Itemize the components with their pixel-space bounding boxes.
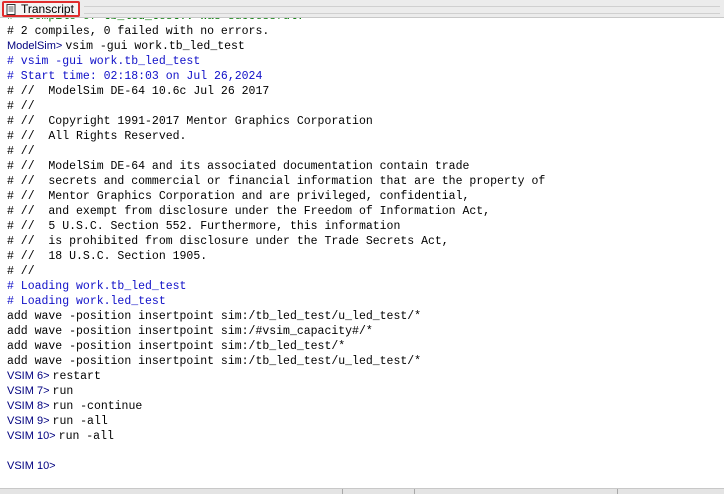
- transcript-line: add wave -position insertpoint sim:/tb_l…: [0, 354, 724, 369]
- log-output: add wave -position insertpoint sim:/tb_l…: [7, 355, 422, 368]
- transcript-line: # // secrets and commercial or financial…: [0, 174, 724, 189]
- titlebar-grip[interactable]: [84, 6, 720, 14]
- status-divider: [414, 489, 415, 494]
- command-prompt: VSIM 6>: [7, 370, 53, 382]
- log-output: add wave -position insertpoint sim:/tb_l…: [7, 340, 346, 353]
- command-prompt: VSIM 10>: [7, 430, 59, 442]
- command-prompt: VSIM 9>: [7, 415, 53, 427]
- transcript-line: [0, 444, 724, 459]
- command-text: run -continue: [52, 400, 143, 413]
- log-output: add wave -position insertpoint sim:/#vsi…: [7, 325, 373, 338]
- transcript-line: VSIM 10>: [0, 459, 724, 474]
- command-prompt: VSIM 7>: [7, 385, 53, 397]
- transcript-console[interactable]: # Compile of tb_led_test.v was successfu…: [0, 18, 724, 488]
- status-divider: [617, 489, 618, 494]
- log-output: # // 5 U.S.C. Section 552. Furthermore, …: [7, 220, 401, 233]
- transcript-line: # //: [0, 99, 724, 114]
- log-output: # // and exempt from disclosure under th…: [7, 205, 491, 218]
- log-output: add wave -position insertpoint sim:/tb_l…: [7, 310, 422, 323]
- transcript-line: # //: [0, 144, 724, 159]
- log-output: # // ModelSim DE-64 and its associated d…: [7, 160, 470, 173]
- status-bar: [0, 488, 724, 494]
- transcript-tab-label: Transcript: [21, 2, 74, 16]
- transcript-line: # // Copyright 1991-2017 Mentor Graphics…: [0, 114, 724, 129]
- log-output: # Compile of tb_led_test.v was successfu…: [7, 18, 304, 23]
- transcript-line: # Loading work.led_test: [0, 294, 724, 309]
- log-output: # //: [7, 265, 35, 278]
- transcript-tab[interactable]: Transcript: [2, 1, 80, 17]
- transcript-line: # // is prohibited from disclosure under…: [0, 234, 724, 249]
- transcript-line: # // 18 U.S.C. Section 1905.: [0, 249, 724, 264]
- command-text: vsim -gui work.tb_led_test: [65, 40, 245, 53]
- status-divider: [342, 489, 343, 494]
- command-text: run -all: [52, 415, 108, 428]
- transcript-line: # 2 compiles, 0 failed with no errors.: [0, 24, 724, 39]
- log-output: # // ModelSim DE-64 10.6c Jul 26 2017: [7, 85, 270, 98]
- command-text: run -all: [58, 430, 114, 443]
- log-comment: # Loading work.led_test: [7, 295, 166, 308]
- command-text: run: [52, 385, 74, 398]
- log-output: # // 18 U.S.C. Section 1905.: [7, 250, 208, 263]
- transcript-line: # Loading work.tb_led_test: [0, 279, 724, 294]
- transcript-line: VSIM 6> restart: [0, 369, 724, 384]
- transcript-window: Transcript # Compile of tb_led_test.v wa…: [0, 0, 724, 494]
- transcript-line: # vsim -gui work.tb_led_test: [0, 54, 724, 69]
- transcript-line: # // ModelSim DE-64 and its associated d…: [0, 159, 724, 174]
- log-output: # // Copyright 1991-2017 Mentor Graphics…: [7, 115, 373, 128]
- transcript-line: # //: [0, 264, 724, 279]
- log-output: # // Mentor Graphics Corporation and are…: [7, 190, 470, 203]
- transcript-line: add wave -position insertpoint sim:/tb_l…: [0, 339, 724, 354]
- log-output: # // All Rights Reserved.: [7, 130, 187, 143]
- command-prompt: VSIM 8>: [7, 400, 53, 412]
- transcript-line: # // All Rights Reserved.: [0, 129, 724, 144]
- log-output: # // secrets and commercial or financial…: [7, 175, 546, 188]
- transcript-line: VSIM 8> run -continue: [0, 399, 724, 414]
- transcript-line: # // ModelSim DE-64 10.6c Jul 26 2017: [0, 84, 724, 99]
- transcript-line: VSIM 7> run: [0, 384, 724, 399]
- transcript-line: VSIM 9> run -all: [0, 414, 724, 429]
- transcript-line: # Start time: 02:18:03 on Jul 26,2024: [0, 69, 724, 84]
- transcript-line: # // Mentor Graphics Corporation and are…: [0, 189, 724, 204]
- transcript-titlebar: Transcript: [0, 0, 724, 18]
- transcript-line: VSIM 10> run -all: [0, 429, 724, 444]
- log-output: # 2 compiles, 0 failed with no errors.: [7, 25, 270, 38]
- log-output: # //: [7, 145, 35, 158]
- log-comment: # Start time: 02:18:03 on Jul 26,2024: [7, 70, 263, 83]
- log-comment: # Loading work.tb_led_test: [7, 280, 187, 293]
- transcript-icon: [6, 3, 16, 15]
- transcript-line: # // 5 U.S.C. Section 552. Furthermore, …: [0, 219, 724, 234]
- transcript-line: add wave -position insertpoint sim:/#vsi…: [0, 324, 724, 339]
- transcript-line: add wave -position insertpoint sim:/tb_l…: [0, 309, 724, 324]
- log-output: # // is prohibited from disclosure under…: [7, 235, 449, 248]
- command-text: restart: [52, 370, 101, 383]
- transcript-line: # // and exempt from disclosure under th…: [0, 204, 724, 219]
- command-prompt: VSIM 10>: [7, 460, 59, 472]
- command-prompt: ModelSim>: [7, 40, 66, 52]
- transcript-line: ModelSim> vsim -gui work.tb_led_test: [0, 39, 724, 54]
- log-comment: # vsim -gui work.tb_led_test: [7, 55, 201, 68]
- log-output: # //: [7, 100, 35, 113]
